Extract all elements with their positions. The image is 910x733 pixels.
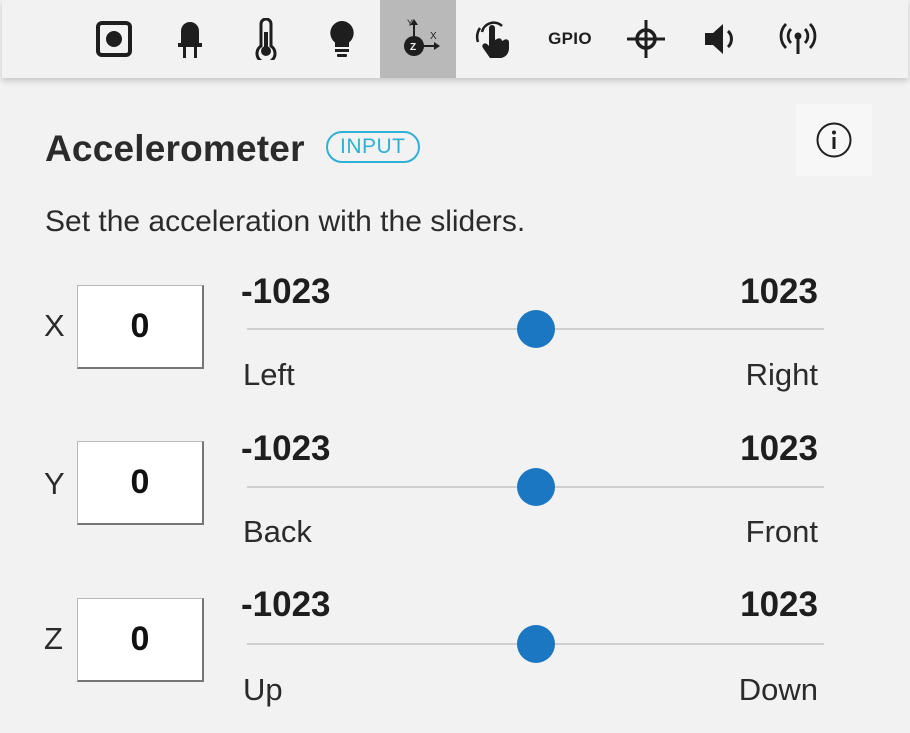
gpio-label: GPIO bbox=[548, 29, 592, 48]
direction-max-label: Front bbox=[745, 514, 818, 549]
y-slider-thumb[interactable] bbox=[516, 468, 555, 506]
tool-compass[interactable] bbox=[608, 0, 684, 78]
info-button[interactable] bbox=[796, 104, 872, 176]
axis-label: X bbox=[44, 308, 65, 343]
range-min: -1023 bbox=[241, 429, 331, 468]
z-value-input[interactable] bbox=[77, 598, 204, 682]
lightbulb-icon bbox=[330, 21, 354, 57]
tool-radio[interactable] bbox=[760, 0, 836, 78]
y-value-input[interactable] bbox=[77, 441, 204, 525]
svg-text:X: X bbox=[430, 31, 437, 42]
tool-accelerometer[interactable]: Y Z X bbox=[380, 0, 456, 78]
x-slider-thumb[interactable] bbox=[516, 310, 555, 348]
axis-label: Y bbox=[44, 466, 65, 501]
direction-max-label: Right bbox=[745, 357, 818, 392]
direction-max-label: Down bbox=[738, 672, 818, 707]
z-slider-thumb[interactable] bbox=[516, 625, 555, 663]
button-icon bbox=[96, 21, 132, 57]
tool-light[interactable] bbox=[304, 0, 380, 78]
svg-text:Z: Z bbox=[410, 42, 416, 53]
radio-signal-icon bbox=[779, 23, 817, 54]
input-badge: INPUT bbox=[326, 131, 420, 163]
range-min: -1023 bbox=[241, 272, 331, 311]
tool-gpio[interactable]: GPIO bbox=[532, 0, 608, 78]
accelerometer-icon: Y Z X bbox=[404, 18, 440, 56]
range-min: -1023 bbox=[241, 585, 331, 624]
speaker-icon bbox=[705, 24, 733, 54]
direction-min-label: Up bbox=[243, 672, 283, 707]
compass-icon bbox=[627, 20, 665, 58]
x-value-input[interactable] bbox=[77, 285, 204, 369]
svg-text:Y: Y bbox=[407, 18, 413, 28]
info-icon bbox=[816, 122, 852, 158]
direction-min-label: Left bbox=[243, 357, 295, 392]
direction-min-label: Back bbox=[243, 514, 312, 549]
range-max: 1023 bbox=[740, 429, 818, 468]
axis-row-z: Z -1023 1023 Up Down bbox=[0, 583, 910, 733]
axis-row-x: X -1023 1023 Left Right bbox=[0, 268, 910, 418]
range-max: 1023 bbox=[740, 272, 818, 311]
tool-button[interactable] bbox=[76, 0, 152, 78]
tool-temperature[interactable] bbox=[228, 0, 304, 78]
panel-title: Accelerometer bbox=[45, 128, 305, 169]
tool-led[interactable] bbox=[152, 0, 228, 78]
axis-label: Z bbox=[44, 621, 63, 656]
tool-sound[interactable] bbox=[684, 0, 760, 78]
panel-description: Set the acceleration with the sliders. bbox=[45, 205, 526, 238]
touch-icon bbox=[475, 21, 509, 58]
sensor-toolbar: Y Z X GPIO bbox=[2, 0, 908, 78]
axis-row-y: Y -1023 1023 Back Front bbox=[0, 426, 910, 576]
thermometer-icon bbox=[255, 18, 277, 60]
led-icon bbox=[178, 22, 202, 58]
tool-touch[interactable] bbox=[456, 0, 532, 78]
range-max: 1023 bbox=[740, 585, 818, 624]
